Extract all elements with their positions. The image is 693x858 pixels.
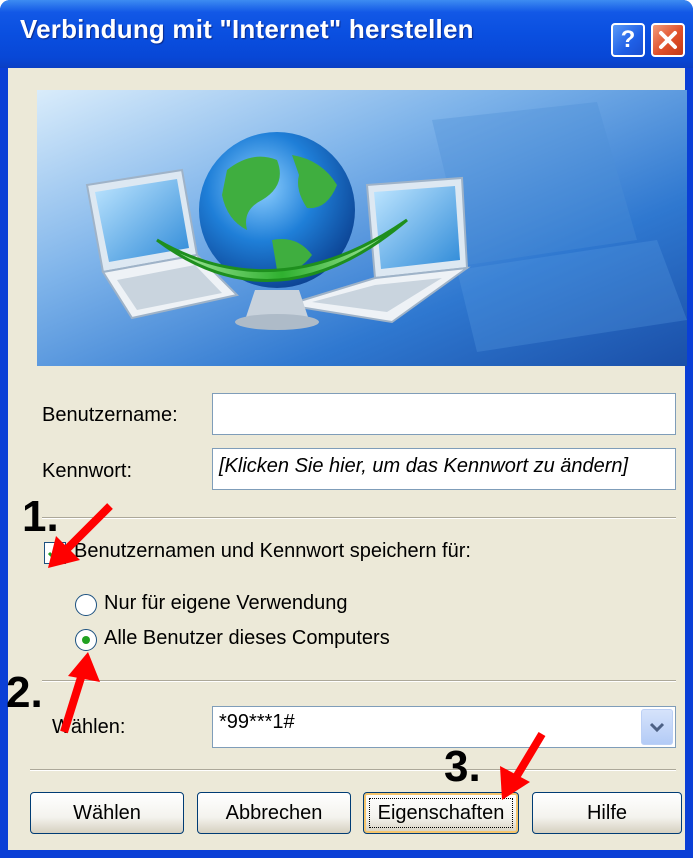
help-button[interactable]: Hilfe <box>532 792 682 834</box>
step-2-label: 2. <box>6 668 43 717</box>
connection-banner-image <box>37 90 687 366</box>
dial-label: Wählen: <box>52 716 126 738</box>
dial-number-value: *99***1# <box>219 711 295 733</box>
close-icon[interactable] <box>651 23 685 57</box>
password-label: Kennwort: <box>42 460 133 482</box>
radio-own-use-label[interactable]: Nur für eigene Verwendung <box>104 592 348 615</box>
help-icon[interactable]: ? <box>611 23 645 57</box>
title-bar[interactable]: Verbindung mit "Internet" herstellen ? <box>0 0 693 68</box>
focus-indicator <box>369 798 513 828</box>
separator <box>42 680 676 682</box>
chevron-down-icon <box>649 722 665 733</box>
cancel-button[interactable]: Abbrechen <box>197 792 351 834</box>
properties-button[interactable]: Eigenschaften <box>363 792 519 834</box>
radio-selected-dot <box>82 636 90 644</box>
password-placeholder: [Klicken Sie hier, um das Kennwort zu än… <box>219 455 629 477</box>
save-credentials-checkbox[interactable] <box>44 542 66 564</box>
separator <box>42 517 676 519</box>
step-3-label: 3. <box>444 742 481 791</box>
username-input[interactable] <box>212 393 676 435</box>
checkmark-icon <box>47 547 63 560</box>
separator <box>30 769 676 771</box>
radio-own-use[interactable] <box>75 594 97 616</box>
password-input[interactable]: [Klicken Sie hier, um das Kennwort zu än… <box>212 448 676 490</box>
save-credentials-label[interactable]: Benutzernamen und Kennwort speichern für… <box>74 540 471 563</box>
username-label: Benutzername: <box>42 404 178 426</box>
radio-all-users[interactable] <box>75 629 97 651</box>
radio-all-users-label[interactable]: Alle Benutzer dieses Computers <box>104 627 390 650</box>
dial-button[interactable]: Wählen <box>30 792 184 834</box>
dropdown-arrow-button[interactable] <box>641 709 673 745</box>
step-1-label: 1. <box>22 492 59 541</box>
window-title: Verbindung mit "Internet" herstellen <box>20 14 474 44</box>
